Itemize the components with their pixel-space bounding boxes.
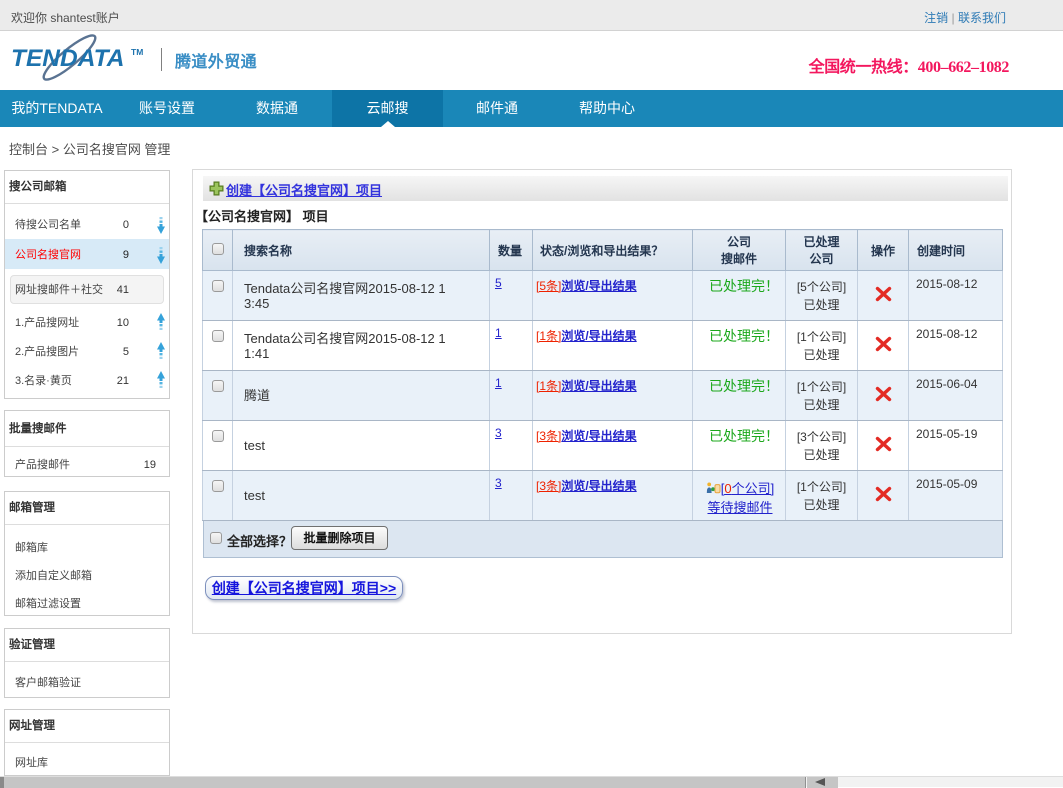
svg-text:TM: TM [131, 47, 143, 57]
svg-text:TENDATA: TENDATA [11, 45, 124, 72]
